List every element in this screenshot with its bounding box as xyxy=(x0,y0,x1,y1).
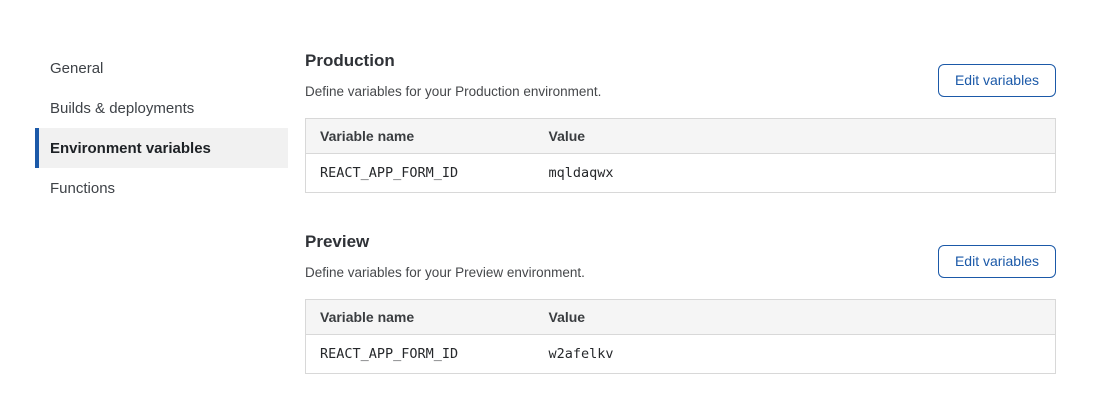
table-row: REACT_APP_FORM_ID mqldaqwx xyxy=(306,154,1056,193)
sidebar-item-builds-deployments[interactable]: Builds & deployments xyxy=(35,88,288,128)
cell-variable-name: REACT_APP_FORM_ID xyxy=(306,154,535,193)
column-header-variable-name: Variable name xyxy=(306,119,535,154)
environment-variables-panel: Production Define variables for your Pro… xyxy=(305,50,1056,374)
cell-variable-name: REACT_APP_FORM_ID xyxy=(306,335,535,374)
edit-variables-button[interactable]: Edit variables xyxy=(938,64,1056,97)
cell-value: w2afelkv xyxy=(535,335,1056,374)
column-header-variable-name: Variable name xyxy=(306,300,535,335)
env-vars-table: Variable name Value REACT_APP_FORM_ID mq… xyxy=(305,118,1056,193)
edit-variables-button[interactable]: Edit variables xyxy=(938,245,1056,278)
sidebar-item-functions[interactable]: Functions xyxy=(35,168,288,208)
table-header-row: Variable name Value xyxy=(306,300,1056,335)
section-production: Production Define variables for your Pro… xyxy=(305,50,1056,193)
table-row: REACT_APP_FORM_ID w2afelkv xyxy=(306,335,1056,374)
section-preview: Preview Define variables for your Previe… xyxy=(305,231,1056,374)
column-header-value: Value xyxy=(535,300,1056,335)
env-vars-table: Variable name Value REACT_APP_FORM_ID w2… xyxy=(305,299,1056,374)
sidebar-item-environment-variables[interactable]: Environment variables xyxy=(35,128,288,168)
cell-value: mqldaqwx xyxy=(535,154,1056,193)
column-header-value: Value xyxy=(535,119,1056,154)
table-header-row: Variable name Value xyxy=(306,119,1056,154)
settings-nav: General Builds & deployments Environment… xyxy=(35,48,288,208)
sidebar-item-general[interactable]: General xyxy=(35,48,288,88)
